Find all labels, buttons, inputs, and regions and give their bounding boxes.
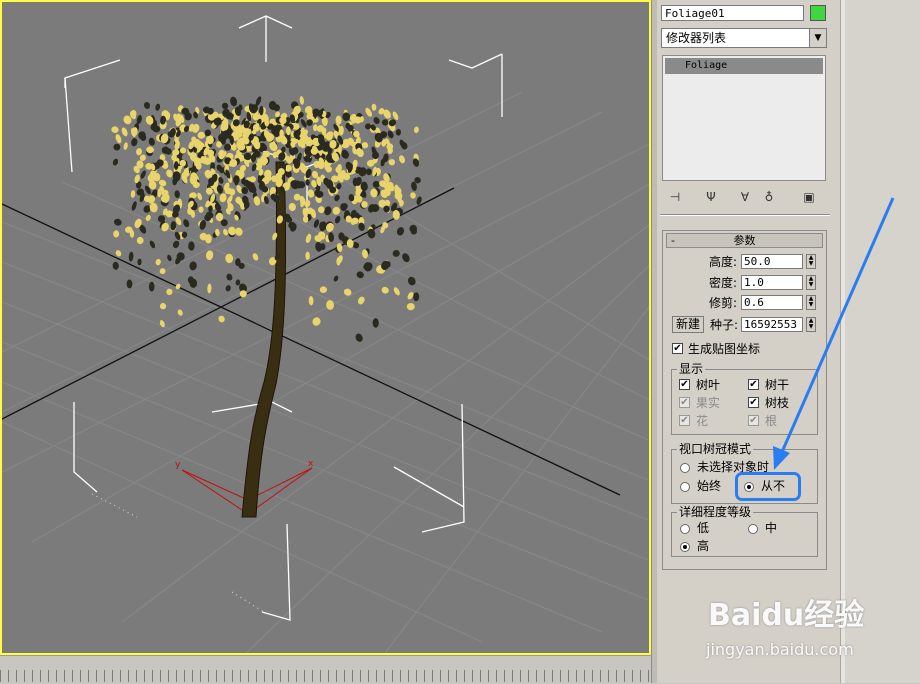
trunk-checkbox[interactable]: ✔ xyxy=(748,379,759,390)
seed-spinner-arrows[interactable]: ▲ ▼ xyxy=(806,317,816,332)
trunk-label: 树干 xyxy=(765,378,790,392)
panel-scroll-strip[interactable] xyxy=(840,0,920,683)
detail-low-label: 低 xyxy=(697,521,710,535)
density-spinner-field[interactable]: 1.0 xyxy=(741,275,803,290)
canopy-when-not-selected-radio[interactable] xyxy=(680,463,690,473)
object-color-swatch[interactable] xyxy=(810,5,826,21)
modifier-stack[interactable]: Foliage xyxy=(662,55,826,181)
height-spinner-field[interactable]: 50.0 xyxy=(741,254,803,269)
detail-low-radio[interactable] xyxy=(680,524,690,534)
axis-x-label: x xyxy=(308,459,314,469)
prune-label: 修剪: xyxy=(708,296,737,310)
density-spinner-arrows[interactable]: ▲ ▼ xyxy=(806,275,816,290)
detail-medium-radio[interactable] xyxy=(748,524,758,534)
seed-spinner-field[interactable]: 16592553 xyxy=(741,317,803,332)
canopy-mode-title: 视口树冠模式 xyxy=(677,442,754,456)
annotation-highlight-box xyxy=(735,472,801,501)
modifier-list-dropdown[interactable]: 修改器列表 ▼ xyxy=(661,28,827,48)
modifier-stack-item[interactable]: Foliage xyxy=(665,58,823,74)
branches-label: 树枝 xyxy=(765,396,790,410)
roots-checkbox: ✔ xyxy=(748,415,759,426)
flowers-checkbox: ✔ xyxy=(679,415,690,426)
gen-mapping-checkbox[interactable]: ✔ xyxy=(672,343,683,354)
branches-checkbox[interactable]: ✔ xyxy=(748,397,759,408)
chevron-down-icon[interactable]: ▼ xyxy=(809,29,826,47)
leaves-label: 树叶 xyxy=(696,378,721,392)
detail-level-title: 详细程度等级 xyxy=(677,505,754,519)
modifier-list-label: 修改器列表 xyxy=(666,31,727,45)
fruit-label: 果实 xyxy=(696,396,721,410)
flowers-label: 花 xyxy=(696,414,709,428)
height-spinner-arrows[interactable]: ▲ ▼ xyxy=(806,254,816,269)
leaves-checkbox[interactable]: ✔ xyxy=(679,379,690,390)
fruit-checkbox: ✔ xyxy=(679,397,690,408)
seed-label: 种子: xyxy=(709,318,738,332)
perspective-viewport[interactable]: y x xyxy=(0,0,651,655)
axis-y-label: y xyxy=(175,460,181,470)
ground-grid xyxy=(2,91,649,653)
parameters-rollout-header[interactable]: - 参数 xyxy=(666,233,823,248)
watermark-url: jingyan.baidu.com xyxy=(706,640,854,659)
grid-axis-line-a xyxy=(2,203,621,496)
detail-high-label: 高 xyxy=(697,539,710,553)
canopy-always-radio[interactable] xyxy=(680,482,690,492)
roots-label: 根 xyxy=(765,414,778,428)
gen-mapping-label: 生成贴图坐标 xyxy=(688,342,761,356)
canopy-always-label: 始终 xyxy=(697,479,722,493)
display-group xyxy=(671,369,818,435)
viewport-scene: y x xyxy=(2,15,649,653)
prune-spinner-field[interactable]: 0.6 xyxy=(741,295,803,310)
display-group-title: 显示 xyxy=(677,362,706,376)
remove-modifier-icon[interactable]: ♁ xyxy=(760,188,778,206)
new-seed-button[interactable]: 新建 xyxy=(672,316,704,333)
modifier-stack-toolbar: ⊣ Ψ ∀ ♁ ▣ xyxy=(662,186,826,208)
parameters-title: 参数 xyxy=(733,234,756,247)
show-end-result-icon[interactable]: Ψ xyxy=(702,188,720,206)
density-label: 密度: xyxy=(708,276,737,290)
detail-high-radio[interactable] xyxy=(680,542,690,552)
detail-medium-label: 中 xyxy=(765,521,778,535)
prune-spinner-arrows[interactable]: ▲ ▼ xyxy=(806,295,816,310)
configure-sets-icon[interactable]: ▣ xyxy=(800,188,818,206)
object-name-field[interactable]: Foliage01 xyxy=(661,5,804,21)
collapse-icon: - xyxy=(671,234,675,247)
height-label: 高度: xyxy=(708,255,737,269)
watermark-brand: Baidu经验 xyxy=(708,598,865,633)
make-unique-icon[interactable]: ∀ xyxy=(736,188,754,206)
pin-stack-icon[interactable]: ⊣ xyxy=(666,188,684,206)
